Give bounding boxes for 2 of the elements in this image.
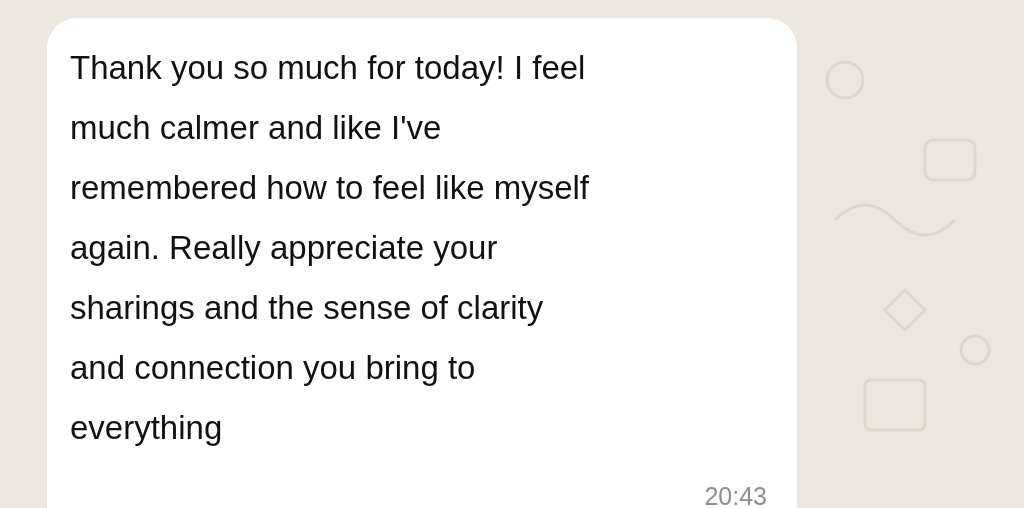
message-text: Thank you so much for today! I feel much calmer and like I've remembered how to feel like myself again. Really appreciate your sharings and the sense of clarity and connection you bring to everything — [70, 48, 591, 448]
message-time: 20:43 — [704, 481, 767, 508]
